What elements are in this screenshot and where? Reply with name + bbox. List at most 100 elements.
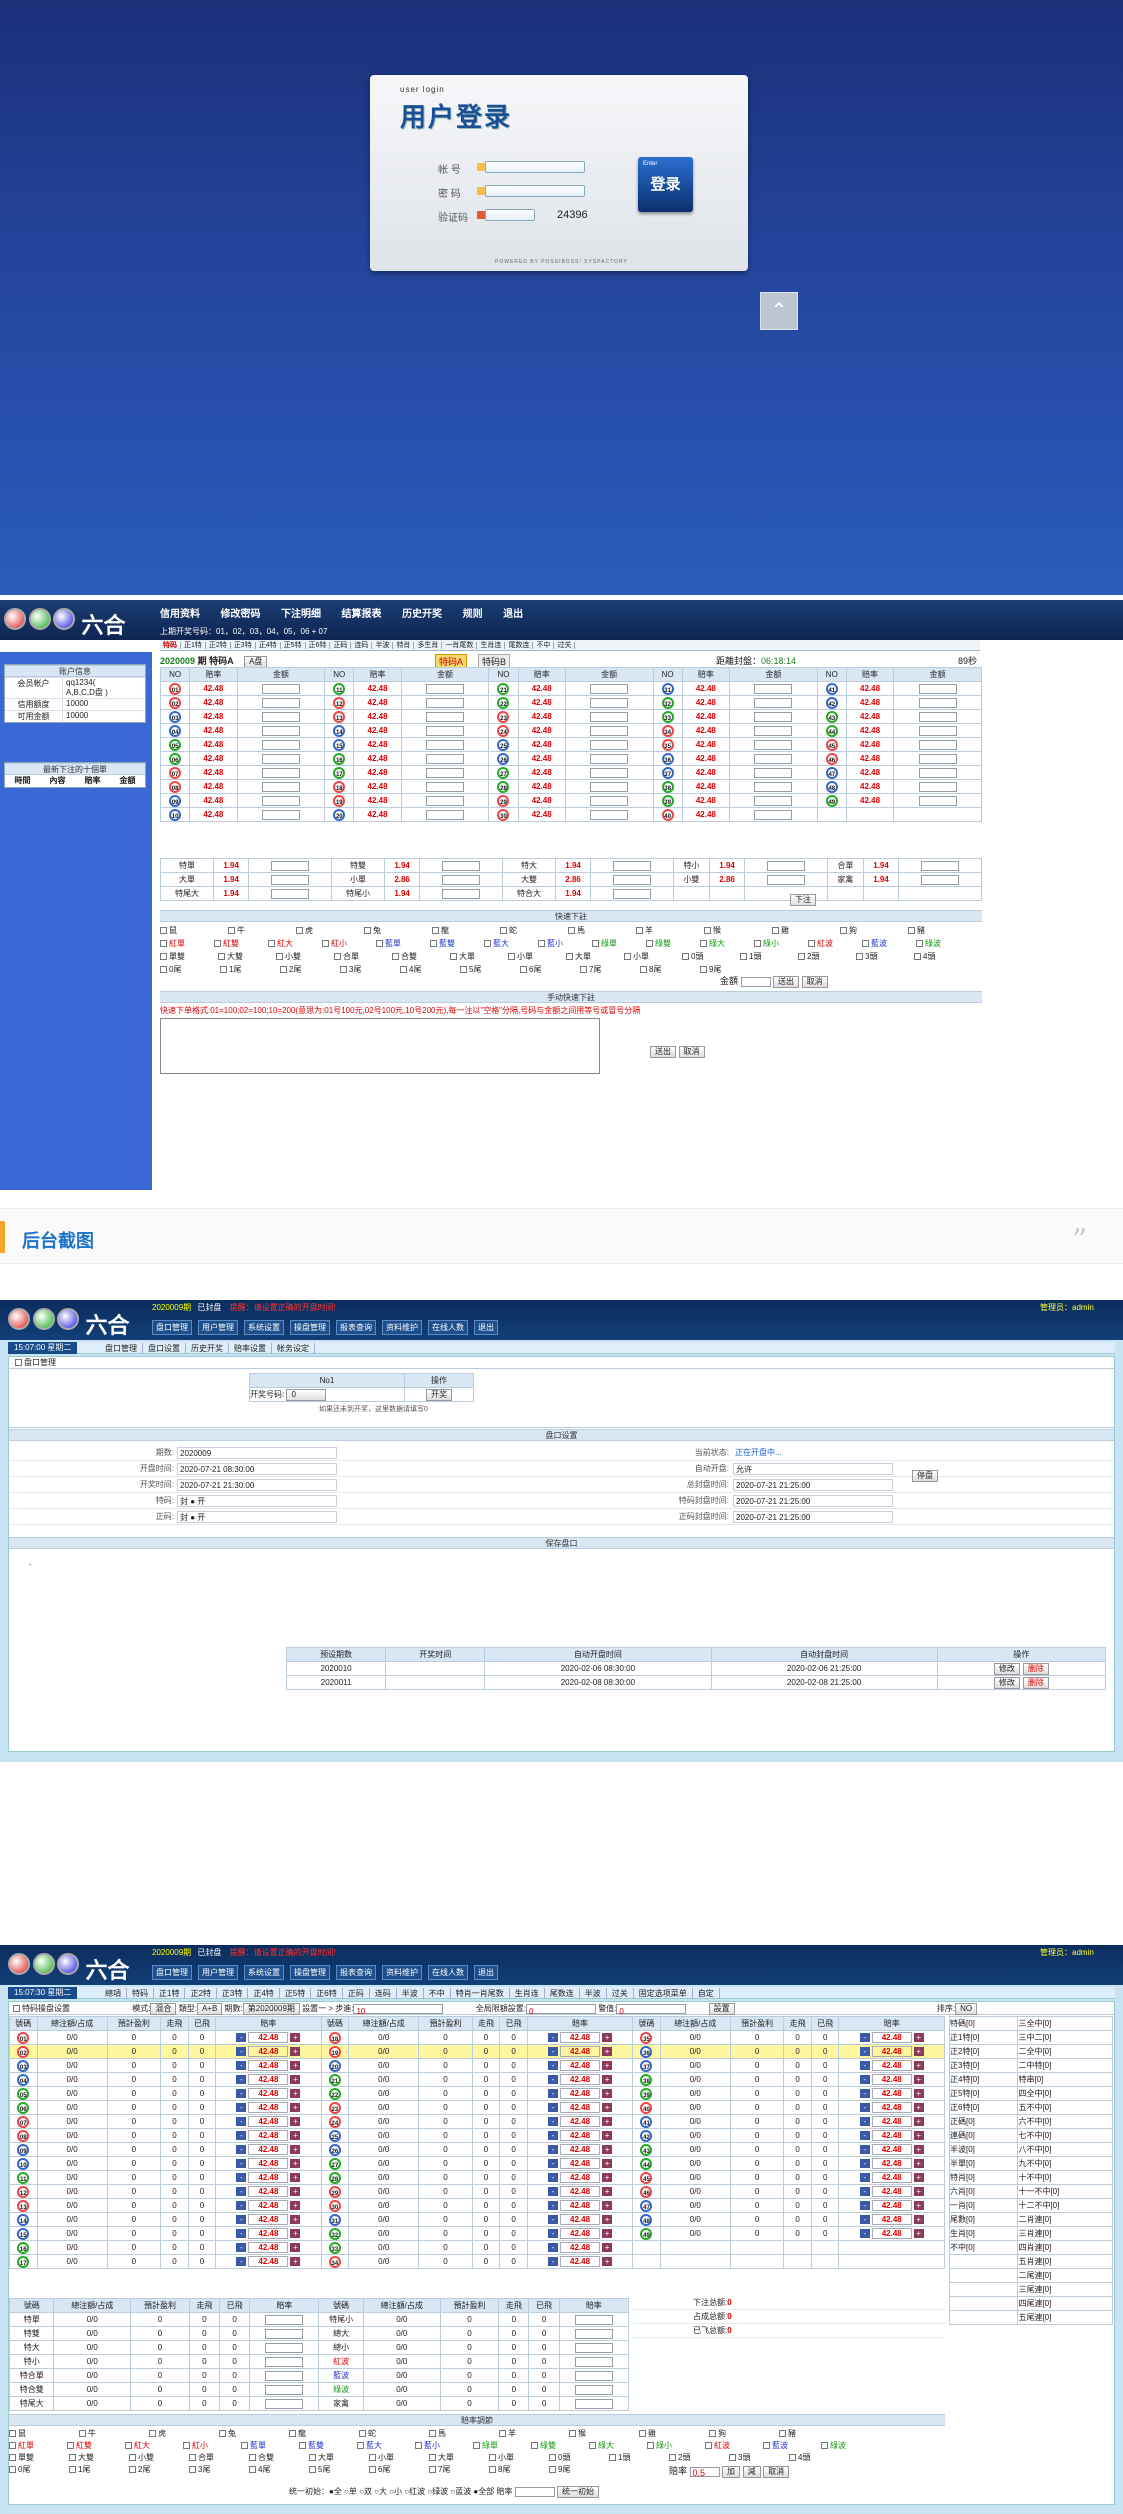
side-item[interactable]: 半波[0] (948, 2142, 1019, 2157)
chevron-up-icon[interactable]: ⌃ (760, 292, 798, 330)
bet-amount-input[interactable] (261, 767, 300, 778)
checkbox[interactable] (429, 2430, 436, 2438)
checkbox[interactable] (189, 2454, 196, 2462)
reset-button[interactable]: 统一初始 (556, 2486, 599, 2498)
plus-icon[interactable]: + (602, 2075, 613, 2084)
side-item[interactable]: 連碼[0] (948, 2128, 1019, 2143)
checkbox[interactable] (249, 2454, 256, 2462)
admin2-odds[interactable]: 42.48 (871, 2116, 912, 2127)
quick-option[interactable]: 合單 (334, 950, 392, 963)
side-item[interactable]: 五不中[0] (1017, 2100, 1113, 2115)
plus-icon[interactable]: + (913, 2103, 924, 2112)
plus-icon[interactable]: + (290, 2103, 301, 2112)
checkbox[interactable] (798, 953, 805, 961)
plus-icon[interactable]: + (290, 2215, 301, 2224)
admin-tab[interactable]: 不中 (424, 1988, 451, 1999)
special-amount-input[interactable] (271, 860, 310, 871)
admin-tab[interactable]: 正5特 (280, 1988, 312, 1999)
quick-option[interactable]: 蛇 (359, 2428, 429, 2440)
admin-tab[interactable]: 正2特 (185, 1988, 217, 1999)
side-item[interactable]: 特碼[0] (948, 2016, 1019, 2031)
plus-icon[interactable]: + (913, 2201, 924, 2210)
password-input[interactable] (477, 185, 585, 197)
minus-icon[interactable]: - (859, 2173, 870, 2182)
checkbox[interactable] (429, 2454, 436, 2462)
plus-icon[interactable]: + (913, 2173, 924, 2182)
type-select[interactable]: A+B (196, 2003, 223, 2015)
admin2-odds[interactable]: 42.48 (248, 2158, 289, 2169)
member-tab[interactable]: 正2特 (205, 642, 231, 649)
admin2-odds[interactable]: 42.48 (871, 2060, 912, 2071)
checkbox[interactable] (219, 2430, 226, 2438)
admin2-odds[interactable]: 42.48 (248, 2060, 289, 2071)
checkbox[interactable] (189, 2466, 196, 2474)
quick-option[interactable]: 綠小 (754, 937, 808, 950)
minus-icon[interactable]: - (236, 2215, 247, 2224)
checkbox[interactable] (376, 940, 383, 948)
checkbox[interactable] (609, 2454, 616, 2462)
special-amount-input[interactable] (442, 874, 481, 885)
admin2-odds[interactable]: 42.48 (560, 2242, 601, 2253)
checkbox[interactable] (640, 966, 647, 974)
plus-icon[interactable]: + (602, 2131, 613, 2140)
issue-select[interactable]: 第2020009期 (242, 2003, 300, 2015)
plus-icon[interactable]: + (602, 2229, 613, 2238)
minus-icon[interactable]: - (236, 2047, 247, 2056)
minus-icon[interactable]: - (236, 2075, 247, 2084)
nav-report[interactable]: 结算报表 (342, 609, 382, 620)
plus-icon[interactable]: + (602, 2201, 613, 2210)
member-tab[interactable]: 正5特 (280, 642, 306, 649)
admin-tab[interactable]: 正3特 (217, 1988, 249, 1999)
checkbox[interactable] (538, 940, 545, 948)
checkbox[interactable] (729, 2454, 736, 2462)
bet-amount-input[interactable] (261, 753, 300, 764)
small-odds-input[interactable] (265, 2356, 304, 2367)
minus-icon[interactable]: - (236, 2145, 247, 2154)
checkbox[interactable] (705, 2442, 712, 2450)
quick-option[interactable]: 藍小 (538, 937, 592, 950)
checkbox[interactable] (129, 2466, 136, 2474)
quick-option[interactable]: 藍波 (763, 2440, 821, 2452)
checkbox[interactable] (489, 2454, 496, 2462)
minus-icon[interactable]: - (859, 2187, 870, 2196)
quick-option[interactable]: 1頭 (609, 2452, 669, 2464)
member-tab[interactable]: 连码 (351, 642, 373, 649)
bet-amount-input[interactable] (590, 725, 629, 736)
plus-icon[interactable]: + (913, 2089, 924, 2098)
checkbox[interactable] (220, 966, 227, 974)
small-odds-input[interactable] (574, 2342, 613, 2353)
side-item[interactable]: 正2特[0] (948, 2044, 1019, 2059)
checkbox[interactable] (369, 2454, 376, 2462)
bet-amount-input[interactable] (590, 711, 629, 722)
admin2-odds[interactable]: 42.48 (560, 2060, 601, 2071)
quick-option[interactable]: 2尾 (280, 963, 340, 976)
quick-option[interactable]: 雞 (639, 2428, 709, 2440)
member-tab[interactable]: 过关 (554, 642, 576, 649)
minus-icon[interactable]: - (236, 2061, 247, 2070)
checkbox[interactable] (432, 927, 439, 935)
checkbox[interactable] (218, 953, 225, 961)
member-tab[interactable]: 一肖尾数 (442, 642, 478, 649)
plus-icon[interactable]: + (602, 2089, 613, 2098)
minus-icon[interactable]: - (548, 2117, 559, 2126)
plus-icon[interactable]: + (290, 2257, 301, 2266)
checkbox[interactable] (916, 940, 923, 948)
bet-amount-input[interactable] (426, 795, 464, 806)
quick-option[interactable]: 藍單 (376, 937, 430, 950)
minus-icon[interactable]: - (859, 2201, 870, 2210)
checkbox[interactable] (183, 2442, 190, 2450)
admin-menu-item[interactable]: 操盘管理 (290, 1965, 330, 1980)
checkbox[interactable] (289, 2430, 296, 2438)
quick-option[interactable]: 藍大 (484, 937, 538, 950)
checkbox[interactable] (9, 2454, 16, 2462)
minus-icon[interactable]: - (236, 2131, 247, 2140)
plus-icon[interactable]: + (913, 2229, 924, 2238)
bet-amount-input[interactable] (754, 683, 793, 694)
minus-icon[interactable]: - (859, 2131, 870, 2140)
checkbox[interactable] (682, 953, 689, 961)
side-item[interactable]: 二中特[0] (1017, 2058, 1113, 2073)
quick-option[interactable]: 羊 (499, 2428, 569, 2440)
minus-icon[interactable]: - (548, 2075, 559, 2084)
minus-icon[interactable]: - (859, 2229, 870, 2238)
admin2-odds[interactable]: 42.48 (560, 2186, 601, 2197)
